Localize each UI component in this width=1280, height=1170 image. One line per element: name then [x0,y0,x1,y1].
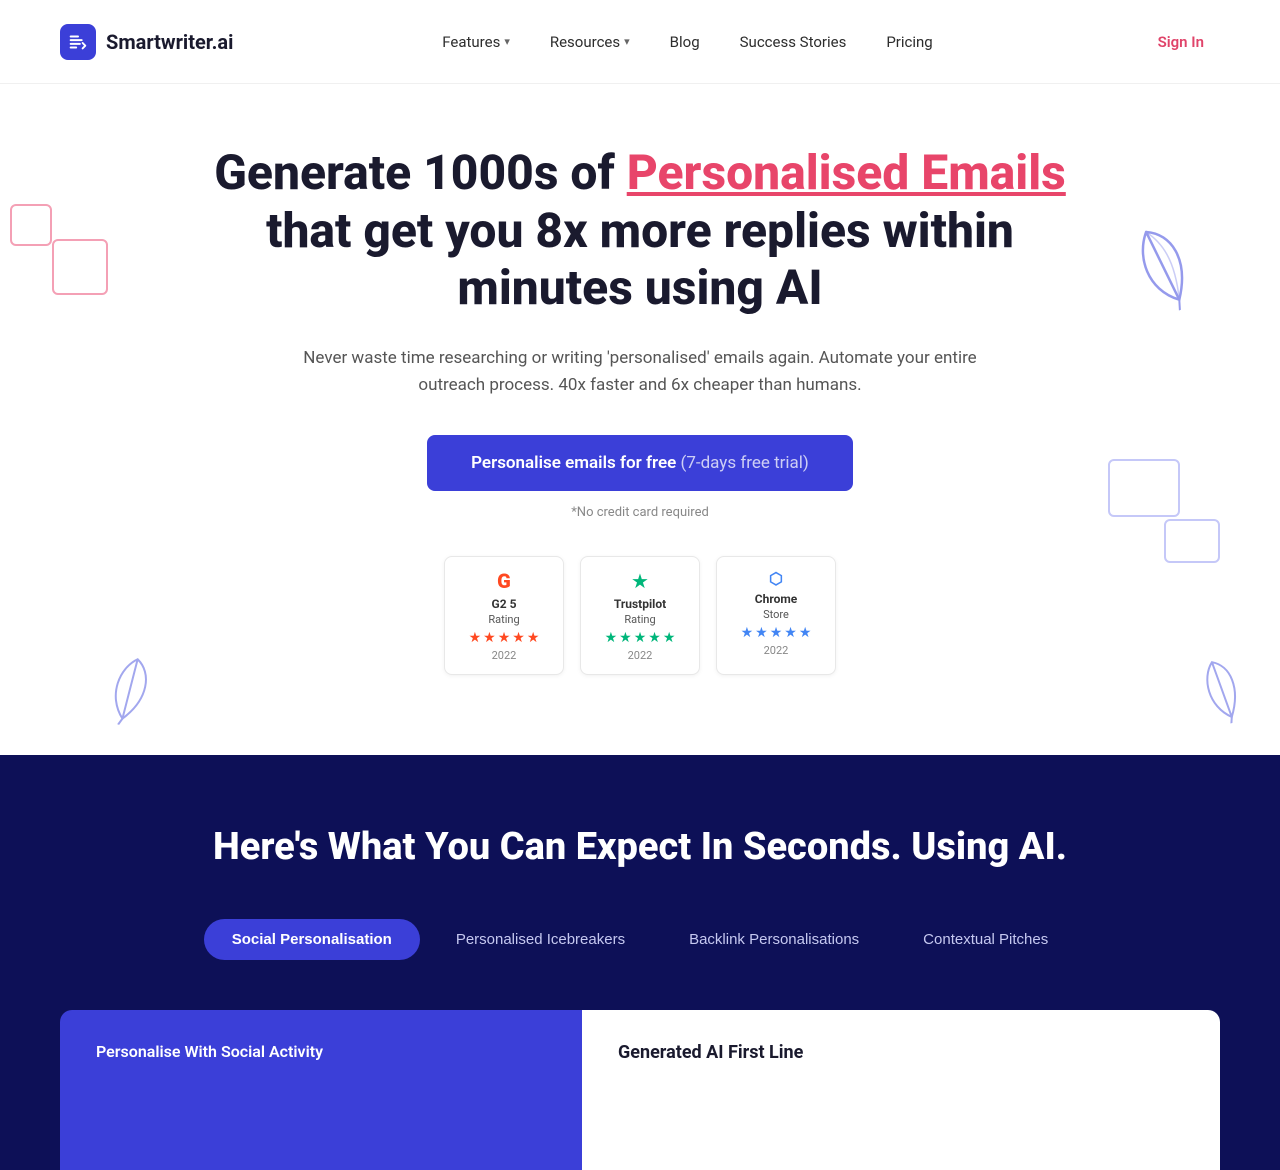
hero-subtitle: Never waste time researching or writing … [300,345,980,399]
chrome-stars: ★ ★ ★ ★ ★ [741,625,812,641]
chrome-year: 2022 [764,644,789,657]
dark-section: Here's What You Can Expect In Seconds. U… [0,755,1280,1170]
hero-no-cc-text: *No credit card required [60,505,1220,520]
hero-section: Generate 1000s of Personalised Emails th… [0,84,1280,755]
hero-title-after: that get you 8x more replies within minu… [266,202,1014,317]
preview-right-label: Generated AI First Line [618,1042,1184,1063]
nav-item-features[interactable]: Features ▾ [426,25,526,59]
hero-title-highlight: Personalised Emails [627,144,1066,201]
chrome-name: Chrome [755,592,797,606]
logo-text: Smartwriter.ai [106,30,233,54]
nav-item-blog[interactable]: Blog [654,25,716,59]
navbar: Smartwriter.ai Features ▾ Resources ▾ Bl… [0,0,1280,84]
preview-right-panel: Generated AI First Line [582,1010,1220,1170]
nav-item-resources[interactable]: Resources ▾ [534,25,646,59]
chevron-down-icon: ▾ [624,35,630,48]
deco-square-outer [10,204,52,246]
signin-link[interactable]: Sign In [1142,25,1220,59]
trustpilot-stars: ★ ★ ★ ★ ★ [605,630,676,646]
nav-pricing-label: Pricing [886,33,932,51]
rating-badge-trustpilot: ★ Trustpilot Rating ★ ★ ★ ★ ★ 2022 [580,556,700,675]
rating-badge-chrome: ⬡ Chrome Store ★ ★ ★ ★ ★ 2022 [716,556,836,675]
chrome-icon: ⬡ [769,569,783,588]
trustpilot-label: Rating [624,613,655,626]
deco-square-inner [52,239,108,295]
hero-title: Generate 1000s of Personalised Emails th… [200,144,1080,317]
nav-resources-label: Resources [550,33,620,51]
chevron-down-icon: ▾ [504,35,510,48]
nav-item-success-stories[interactable]: Success Stories [724,25,863,59]
ratings-row: G G2 5 Rating ★ ★ ★ ★ ★ 2022 ★ Trustpilo… [60,556,1220,675]
trustpilot-name: Trustpilot [614,597,666,611]
hero-title-before: Generate 1000s of [214,144,627,201]
preview-left-panel: Personalise With Social Activity [60,1010,582,1170]
g2-year: 2022 [492,649,517,662]
hero-cta-label: Personalise emails for free [471,453,676,473]
nav-logo[interactable]: Smartwriter.ai [60,24,233,60]
nav-item-pricing[interactable]: Pricing [870,25,948,59]
preview-row: Personalise With Social Activity Generat… [60,1010,1220,1170]
deco-rect-1 [1108,459,1180,517]
nav-success-label: Success Stories [740,33,847,51]
tab-backlink-personalisations[interactable]: Backlink Personalisations [661,919,887,960]
dark-section-title: Here's What You Can Expect In Seconds. U… [60,825,1220,869]
preview-left-label: Personalise With Social Activity [96,1042,546,1061]
chrome-label: Store [763,608,789,621]
g2-label: Rating [488,613,519,626]
nav-features-label: Features [442,33,500,51]
hero-cta-button[interactable]: Personalise emails for free (7-days free… [427,435,853,491]
tab-social-personalisation[interactable]: Social Personalisation [204,919,420,960]
nav-blog-label: Blog [670,33,700,51]
trustpilot-year: 2022 [628,649,653,662]
hero-cta-trial: (7-days free trial) [681,453,809,473]
g2-icon: G [497,569,511,593]
logo-icon [60,24,96,60]
feather-icon-bottomright [1193,654,1250,739]
nav-links: Features ▾ Resources ▾ Blog Success Stor… [426,25,948,59]
tab-contextual-pitches[interactable]: Contextual Pitches [895,919,1076,960]
feather-icon-topright [1119,218,1206,334]
deco-rect-2 [1164,519,1220,563]
tabs-row: Social Personalisation Personalised Iceb… [60,919,1220,960]
g2-name: G2 5 [492,597,517,611]
tab-personalised-icebreakers[interactable]: Personalised Icebreakers [428,919,653,960]
rating-badge-g2: G G2 5 Rating ★ ★ ★ ★ ★ 2022 [444,556,564,675]
trustpilot-icon: ★ [631,569,649,593]
g2-stars: ★ ★ ★ ★ ★ [469,630,540,646]
